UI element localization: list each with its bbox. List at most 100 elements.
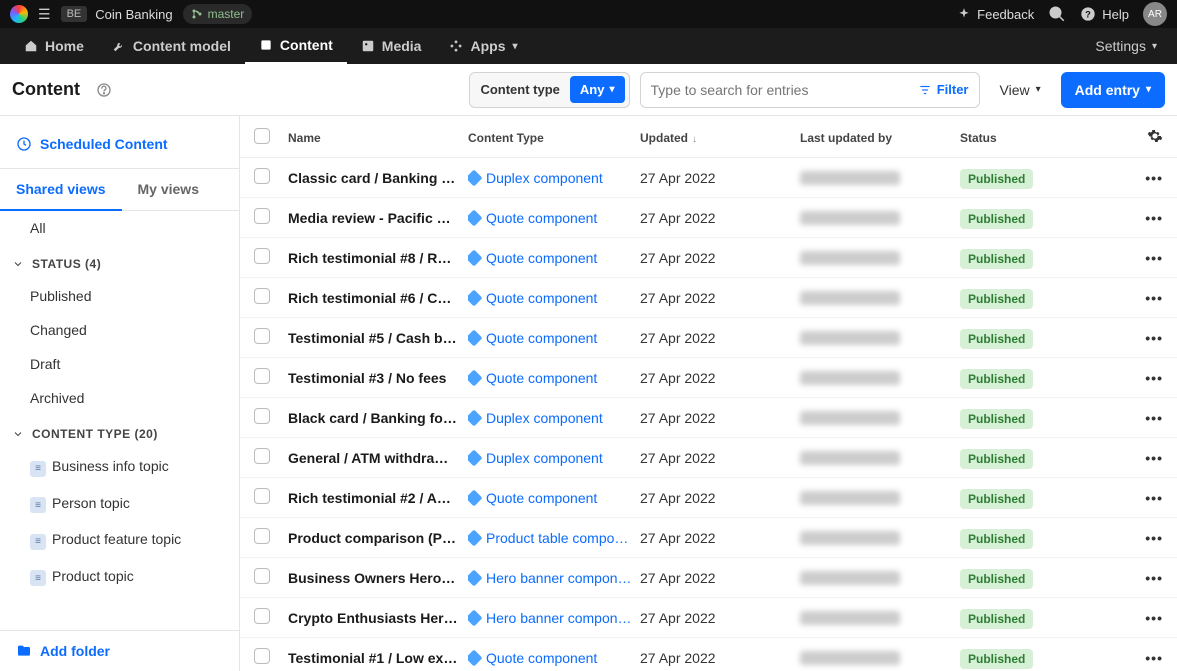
- nav-apps[interactable]: Apps▾: [435, 28, 531, 64]
- content-type-filter[interactable]: Content type Any▾: [469, 72, 629, 108]
- gear-icon: [1147, 128, 1163, 144]
- row-actions-button[interactable]: •••: [1123, 170, 1163, 186]
- sidebar-item-content-type[interactable]: ≡Business info topic: [0, 449, 239, 486]
- view-button[interactable]: View▾: [990, 72, 1051, 108]
- row-checkbox[interactable]: [254, 648, 270, 664]
- row-checkbox[interactable]: [254, 528, 270, 544]
- table-row[interactable]: Rich testimonial #2 / Accou…Quote compon…: [240, 478, 1177, 518]
- row-actions-button[interactable]: •••: [1123, 650, 1163, 666]
- row-checkbox[interactable]: [254, 248, 270, 264]
- nav-settings[interactable]: Settings▾: [1095, 38, 1167, 54]
- branch-icon: [191, 8, 203, 20]
- sidebar-group-status[interactable]: STATUS (4): [0, 245, 239, 279]
- tab-shared-views[interactable]: Shared views: [0, 169, 122, 211]
- nav-home[interactable]: Home: [10, 28, 98, 64]
- table-row[interactable]: General / ATM withdrawalsDuplex componen…: [240, 438, 1177, 478]
- menu-icon[interactable]: ☰: [38, 6, 51, 23]
- nav-media[interactable]: Media: [347, 28, 436, 64]
- row-actions-button[interactable]: •••: [1123, 490, 1163, 506]
- row-checkbox[interactable]: [254, 408, 270, 424]
- row-checkbox[interactable]: [254, 488, 270, 504]
- row-checkbox[interactable]: [254, 328, 270, 344]
- table-row[interactable]: Crypto Enthusiasts Hero (p1…Hero banner …: [240, 598, 1177, 638]
- app-logo-icon[interactable]: [10, 5, 28, 23]
- table-row[interactable]: Rich testimonial #6 / Custo…Quote compon…: [240, 278, 1177, 318]
- content-type-value-pill[interactable]: Any▾: [570, 76, 625, 103]
- entry-status: Published: [960, 610, 1110, 626]
- content-toolbar: Content Content type Any▾ Filter View▾ A…: [0, 64, 1177, 116]
- scheduled-content-link[interactable]: Scheduled Content: [0, 130, 239, 168]
- search-icon[interactable]: [1048, 5, 1066, 23]
- search-box[interactable]: Filter: [640, 72, 980, 108]
- component-icon: [468, 530, 482, 546]
- row-checkbox[interactable]: [254, 368, 270, 384]
- row-checkbox[interactable]: [254, 608, 270, 624]
- table-row[interactable]: Black card / Banking for trav…Duplex com…: [240, 398, 1177, 438]
- table-row[interactable]: Testimonial #3 / No feesQuote component2…: [240, 358, 1177, 398]
- sidebar-tabs: Shared views My views: [0, 168, 239, 211]
- row-checkbox[interactable]: [254, 448, 270, 464]
- table-row[interactable]: Business Owners Hero (p13n)Hero banner c…: [240, 558, 1177, 598]
- sidebar-item-status[interactable]: Changed: [0, 313, 239, 347]
- sidebar-item-all[interactable]: All: [0, 211, 239, 245]
- status-badge: Published: [960, 529, 1033, 549]
- org-badge[interactable]: BE: [61, 6, 88, 22]
- entry-content-type: Hero banner compon…: [468, 610, 640, 626]
- table-row[interactable]: Testimonial #1 / Low exchan…Quote compon…: [240, 638, 1177, 671]
- sidebar-item-content-type[interactable]: ≡Product feature topic: [0, 522, 239, 559]
- row-checkbox[interactable]: [254, 568, 270, 584]
- entries-icon: [259, 38, 273, 52]
- row-actions-button[interactable]: •••: [1123, 330, 1163, 346]
- filter-button[interactable]: Filter: [918, 82, 969, 97]
- add-folder-button[interactable]: Add folder: [0, 630, 239, 671]
- row-actions-button[interactable]: •••: [1123, 250, 1163, 266]
- sidebar-item-status[interactable]: Archived: [0, 381, 239, 415]
- row-actions-button[interactable]: •••: [1123, 210, 1163, 226]
- row-actions-button[interactable]: •••: [1123, 610, 1163, 626]
- sidebar-item-status[interactable]: Published: [0, 279, 239, 313]
- add-entry-button[interactable]: Add entry▾: [1061, 72, 1165, 108]
- entry-content-type: Duplex component: [468, 450, 640, 466]
- table-row[interactable]: Media review - Pacific TimesQuote compon…: [240, 198, 1177, 238]
- sidebar-item-status[interactable]: Draft: [0, 347, 239, 381]
- entry-status: Published: [960, 210, 1110, 226]
- sidebar-group-content-type[interactable]: CONTENT TYPE (20): [0, 415, 239, 449]
- table-row[interactable]: Rich testimonial #8 / Real-ti…Quote comp…: [240, 238, 1177, 278]
- col-name[interactable]: Name: [288, 131, 468, 145]
- row-actions-button[interactable]: •••: [1123, 370, 1163, 386]
- row-checkbox[interactable]: [254, 288, 270, 304]
- table-row[interactable]: Testimonial #5 / Cash backsQuote compone…: [240, 318, 1177, 358]
- org-name[interactable]: Coin Banking: [95, 7, 172, 22]
- nav-content-model[interactable]: Content model: [98, 28, 245, 64]
- table-row[interactable]: Classic card / Banking for st…Duplex com…: [240, 158, 1177, 198]
- help-circle-icon[interactable]: [96, 82, 112, 98]
- col-last-updated-by[interactable]: Last updated by: [800, 131, 960, 145]
- column-settings-button[interactable]: [1123, 128, 1163, 147]
- page-title: Content: [12, 79, 80, 100]
- status-badge: Published: [960, 329, 1033, 349]
- row-actions-button[interactable]: •••: [1123, 410, 1163, 426]
- avatar[interactable]: AR: [1143, 2, 1167, 26]
- feedback-link[interactable]: Feedback: [957, 7, 1034, 22]
- sidebar-item-content-type[interactable]: ≡Product topic: [0, 559, 239, 596]
- col-updated[interactable]: Updated↓: [640, 131, 800, 145]
- row-actions-button[interactable]: •••: [1123, 290, 1163, 306]
- row-checkbox[interactable]: [254, 208, 270, 224]
- select-all-checkbox[interactable]: [254, 128, 270, 144]
- help-link[interactable]: ? Help: [1080, 6, 1129, 22]
- table-row[interactable]: Product comparison (Pricin…Product table…: [240, 518, 1177, 558]
- col-status[interactable]: Status: [960, 131, 1110, 145]
- component-icon: [468, 570, 482, 586]
- sidebar-item-content-type[interactable]: ≡Person topic: [0, 486, 239, 523]
- row-checkbox[interactable]: [254, 168, 270, 184]
- row-actions-button[interactable]: •••: [1123, 450, 1163, 466]
- branch-pill[interactable]: master: [183, 4, 253, 24]
- entry-content-type: Quote component: [468, 250, 640, 266]
- search-input[interactable]: [651, 82, 918, 98]
- col-content-type[interactable]: Content Type: [468, 131, 640, 145]
- row-actions-button[interactable]: •••: [1123, 530, 1163, 546]
- row-actions-button[interactable]: •••: [1123, 570, 1163, 586]
- nav-content[interactable]: Content: [245, 28, 347, 64]
- topbar: ☰ BE Coin Banking master Feedback ? Help…: [0, 0, 1177, 28]
- tab-my-views[interactable]: My views: [122, 169, 215, 210]
